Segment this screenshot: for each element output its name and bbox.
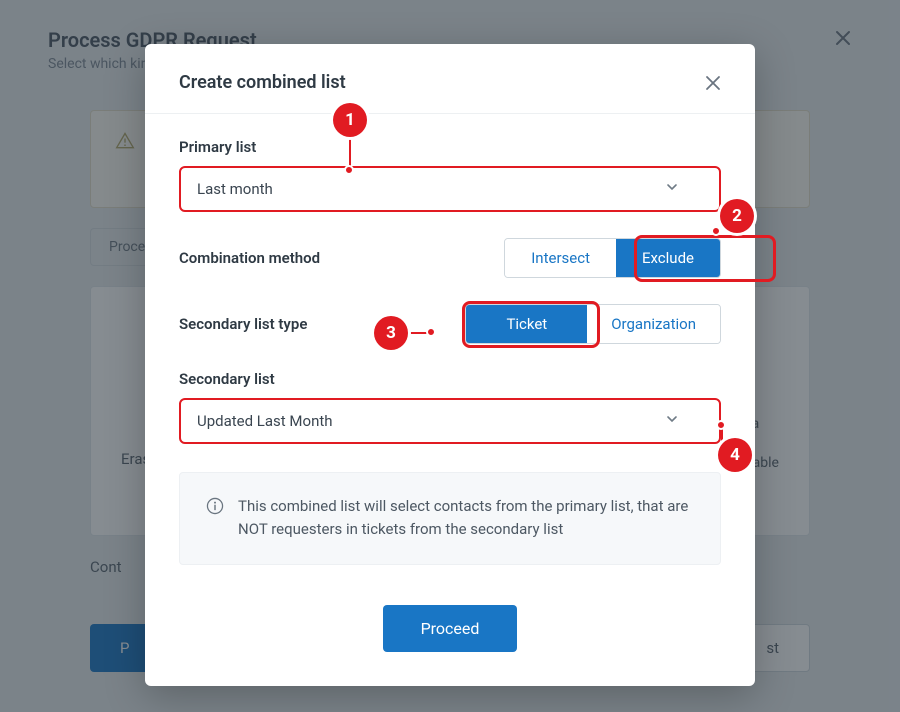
secondary-list-type-label: Secondary list type: [179, 315, 307, 333]
annotation-dot: [426, 327, 436, 337]
close-icon[interactable]: [705, 75, 721, 91]
info-text: This combined list will select contacts …: [238, 495, 694, 542]
chevron-down-icon: [665, 180, 679, 198]
primary-list-select[interactable]: Last month: [179, 166, 721, 212]
secondary-list-select[interactable]: Updated Last Month: [179, 398, 721, 444]
secondary-list-label: Secondary list: [179, 370, 721, 388]
intersect-button[interactable]: Intersect: [505, 239, 616, 277]
annotation-dot: [344, 165, 354, 175]
modal-title: Create combined list: [179, 72, 346, 93]
organization-button[interactable]: Organization: [587, 305, 720, 343]
annotation-marker-3: 3: [374, 316, 408, 350]
annotation-marker-4: 4: [718, 438, 752, 472]
annotation-dot: [716, 420, 726, 430]
annotation-marker-2: 2: [720, 199, 754, 233]
ticket-button[interactable]: Ticket: [466, 305, 587, 343]
primary-list-label: Primary list: [179, 138, 721, 156]
info-banner: This combined list will select contacts …: [179, 472, 721, 565]
primary-list-value: Last month: [197, 180, 273, 198]
annotation-marker-1: 1: [333, 103, 367, 137]
annotation-dot: [711, 226, 721, 236]
annotation-stem: [408, 332, 428, 334]
exclude-button[interactable]: Exclude: [616, 239, 720, 277]
chevron-down-icon: [665, 412, 679, 430]
create-combined-list-modal: Create combined list Primary list Last m…: [145, 44, 755, 686]
annotation-stem: [721, 428, 723, 442]
secondary-list-value: Updated Last Month: [197, 412, 333, 430]
info-icon: [206, 497, 224, 515]
secondary-list-type-toggle: Ticket Organization: [465, 304, 721, 344]
combination-method-label: Combination method: [179, 249, 320, 267]
combination-method-toggle: Intersect Exclude: [504, 238, 721, 278]
proceed-button[interactable]: Proceed: [383, 605, 518, 652]
annotation-stem: [349, 137, 351, 167]
